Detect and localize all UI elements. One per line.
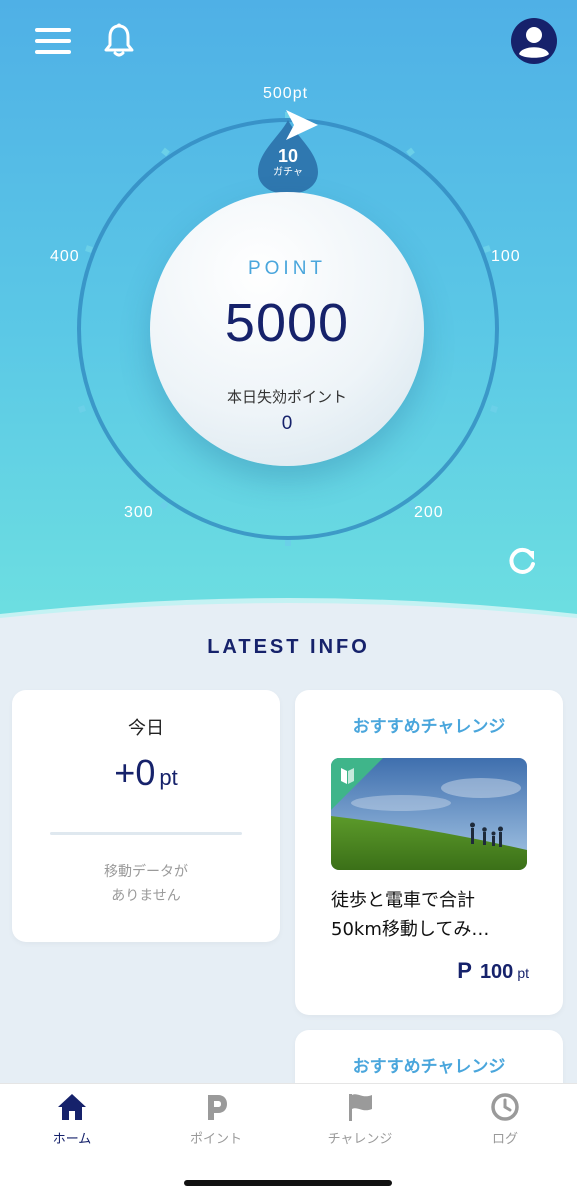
nav-tab-log-label: ログ: [491, 1132, 518, 1147]
challenge-reward: P 100 pt: [457, 958, 529, 984]
nav-tab-point[interactable]: ポイント: [144, 1092, 288, 1162]
nav-tab-log[interactable]: ログ: [433, 1092, 577, 1162]
hero-panel: 500pt 100 200 300 400 10 ガチャ POINT 5000 …: [0, 0, 577, 660]
challenge-image: [331, 758, 527, 870]
gacha-count: 10: [277, 146, 299, 166]
challenge-card-title: おすすめチャレンジ: [352, 717, 506, 737]
nav-tab-home[interactable]: ホーム: [0, 1092, 144, 1162]
point-label: POINT: [247, 258, 327, 279]
point-symbol-icon: P: [457, 958, 472, 983]
point-value: 5000: [224, 293, 350, 353]
nav-tab-challenge[interactable]: チャレンジ: [288, 1092, 432, 1162]
challenge-description: 徒歩と電車で合計 50km移動してみ…: [331, 886, 531, 944]
expire-value: 0: [281, 413, 293, 434]
flag-icon: [349, 1094, 372, 1121]
clock-icon: [491, 1093, 519, 1121]
home-indicator: [184, 1180, 392, 1186]
point-icon: [208, 1095, 227, 1120]
divider: [50, 832, 242, 835]
nav-tab-home-label: ホーム: [52, 1132, 92, 1147]
dial-label-100: 100: [491, 248, 521, 265]
point-balance-circle[interactable]: POINT 5000 本日失効ポイント 0: [150, 192, 424, 466]
point-dial: 500pt 100 200 300 400 10 ガチャ POINT 5000 …: [0, 70, 577, 570]
bell-icon[interactable]: [96, 18, 142, 64]
nav-tab-challenge-label: チャレンジ: [327, 1132, 393, 1147]
no-data-line-1: 移動データが: [104, 864, 188, 880]
challenge-reward-value: 100: [479, 961, 514, 983]
today-points-value: +0: [114, 752, 156, 793]
today-card[interactable]: 今日 +0 pt 移動データが ありません: [12, 690, 280, 942]
no-data-line-2: ありません: [111, 888, 181, 904]
home-icon: [58, 1094, 86, 1120]
nav-tab-point-label: ポイント: [189, 1132, 242, 1147]
dial-label-200: 200: [414, 504, 444, 521]
challenge-description-line-2: 50km移動してみ…: [331, 919, 490, 940]
dial-label-500: 500pt: [263, 85, 309, 102]
refresh-icon[interactable]: [502, 542, 542, 582]
no-data-message: 移動データが ありません: [12, 860, 280, 908]
challenge-card-2-title: おすすめチャレンジ: [352, 1057, 506, 1077]
challenge-card[interactable]: おすすめチャレンジ 徒歩と電車で合計 50km移動してみ… P 100 pt: [295, 690, 563, 1015]
dial-label-400: 400: [50, 248, 80, 265]
dial-label-300: 300: [124, 504, 154, 521]
today-points: +0 pt: [12, 752, 280, 794]
today-label: 今日: [128, 718, 164, 739]
hamburger-menu-icon[interactable]: [28, 18, 78, 64]
expire-label: 本日失効ポイント: [226, 388, 347, 406]
gacha-marker[interactable]: 10 ガチャ: [258, 146, 318, 180]
challenge-description-line-1: 徒歩と電車で合計: [331, 890, 475, 911]
gacha-label: ガチャ: [273, 167, 303, 178]
user-avatar-icon[interactable]: [509, 16, 559, 66]
challenge-reward-unit: pt: [517, 965, 529, 981]
latest-info-title: LATEST INFO: [207, 636, 370, 658]
today-points-unit: pt: [159, 765, 178, 790]
